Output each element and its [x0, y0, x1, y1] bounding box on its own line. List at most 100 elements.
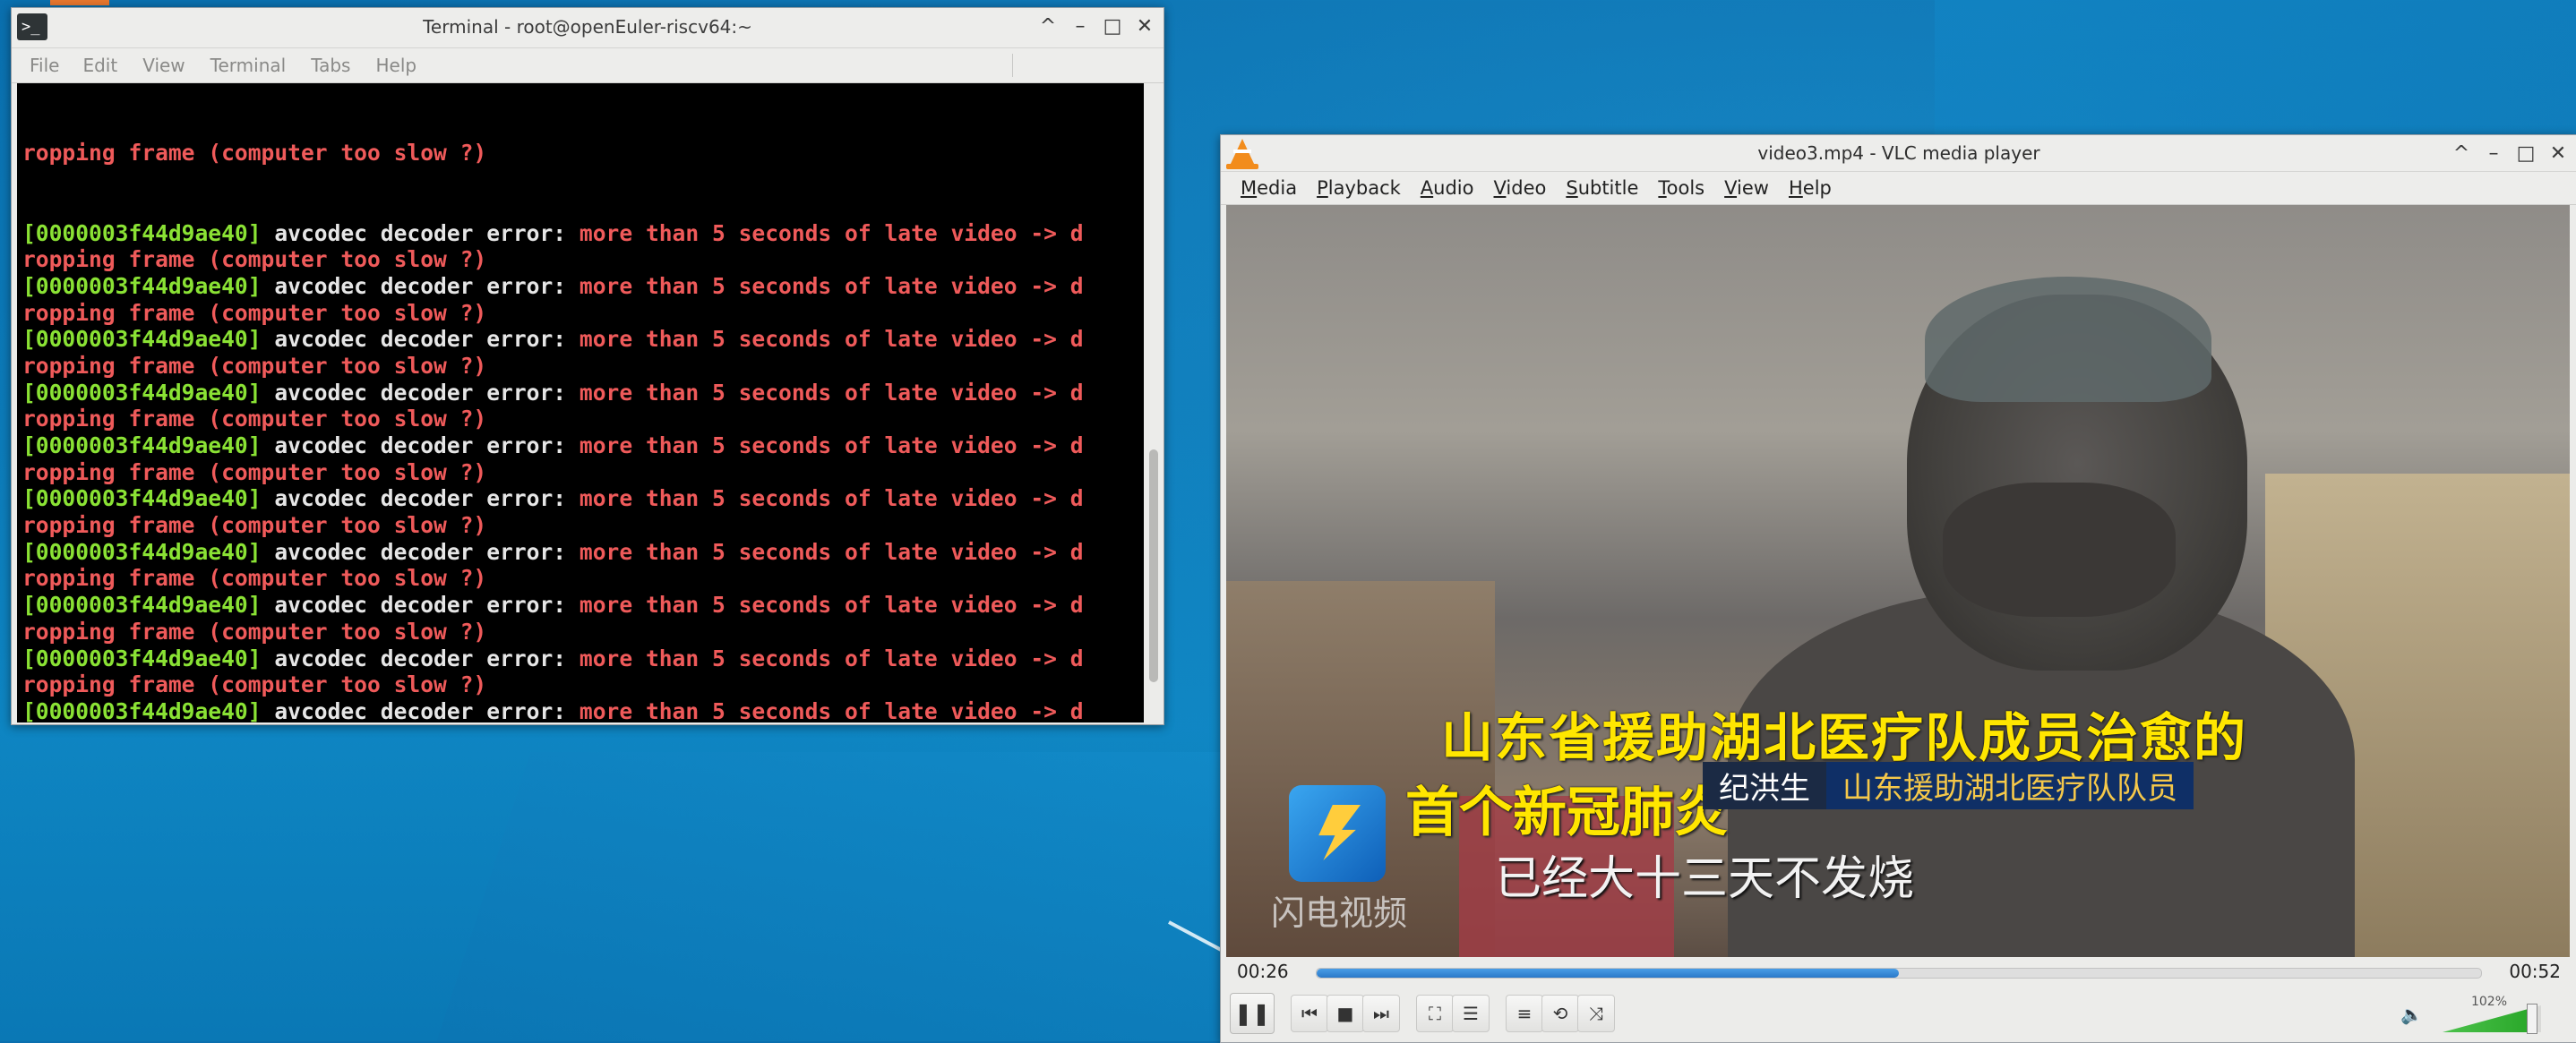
menu-edit[interactable]: Edit	[82, 55, 117, 76]
stop-button[interactable]: ■	[1327, 995, 1364, 1032]
vlc-titlebar[interactable]: video3.mp4 - VLC media player ^ – □ ✕	[1221, 135, 2576, 172]
video-name-banner: 纪洪生 山东援助湖北医疗队队员	[1703, 761, 2194, 809]
shuffle-icon: ⤨	[1589, 1003, 1603, 1024]
terminal-scrollbar[interactable]	[1146, 83, 1162, 722]
desktop-wallpaper-shape	[436, 752, 1337, 1041]
speaker-icon[interactable]: 🔈	[2400, 1004, 2423, 1025]
menu-video[interactable]: Video	[1494, 177, 1547, 199]
video-person-cap	[1925, 277, 2211, 402]
minimize-button[interactable]: –	[2480, 141, 2507, 167]
window-title: video3.mp4 - VLC media player	[1757, 142, 2040, 164]
total-time[interactable]: 00:52	[2509, 961, 2561, 982]
terminal-line: ropping frame (computer too slow ?)	[22, 458, 487, 485]
log-source: avcodec decoder error:	[261, 485, 580, 512]
log-error-message: more than 5 seconds of late video -> d	[579, 485, 1084, 512]
log-address: [0000003f44d9ae40]	[22, 592, 262, 619]
log-source: avcodec decoder error:	[261, 219, 580, 246]
next-icon: ⏭	[1373, 1003, 1389, 1024]
terminal-line: [0000003f44d9ae40] avcodec decoder error…	[22, 220, 1144, 247]
seek-progress	[1317, 969, 1899, 978]
video-name-role: 山东援助湖北医疗队队员	[1826, 761, 2194, 809]
terminal-window: >_ Terminal - root@openEuler-riscv64:~ ^…	[11, 7, 1164, 725]
terminal-line: [0000003f44d9ae40] avcodec decoder error…	[22, 539, 1144, 566]
log-error-message: more than 5 seconds of late video -> d	[579, 645, 1084, 671]
terminal-line: [0000003f44d9ae40] avcodec decoder error…	[22, 485, 1144, 512]
log-error-message: more than 5 seconds of late video -> d	[579, 219, 1084, 246]
pause-button[interactable]: ❚❚	[1230, 993, 1275, 1034]
terminal-line: [0000003f44d9ae40] avcodec decoder error…	[22, 698, 1144, 722]
log-error-message: more than 5 seconds of late video -> d	[579, 326, 1084, 353]
log-address: [0000003f44d9ae40]	[22, 697, 262, 722]
log-source: avcodec decoder error:	[261, 272, 580, 299]
log-source: avcodec decoder error:	[261, 645, 580, 671]
seek-slider[interactable]	[1316, 968, 2482, 979]
menu-view[interactable]: View	[1724, 177, 1769, 199]
terminal-line: [0000003f44d9ae40] avcodec decoder error…	[22, 273, 1144, 300]
terminal-line: [0000003f44d9ae40] avcodec decoder error…	[22, 326, 1144, 353]
terminal-line: [0000003f44d9ae40] avcodec decoder error…	[22, 645, 1144, 672]
close-button[interactable]: ✕	[1131, 13, 1158, 40]
video-caption-line3: 已经大十三天不发烧	[1495, 852, 1915, 906]
video-person-mask	[1943, 483, 2176, 617]
terminal-line: ropping frame (computer too slow ?)	[22, 406, 487, 432]
volume-level	[2443, 1008, 2529, 1032]
playlist-icon: ≡	[1516, 1003, 1533, 1024]
video-name-tag: 纪洪生	[1703, 761, 1826, 809]
maximize-button[interactable]: □	[1099, 13, 1126, 40]
terminal-line: ropping frame (computer too slow ?)	[22, 671, 487, 698]
log-source: avcodec decoder error:	[261, 538, 580, 565]
terminal-line: ropping frame (computer too slow ?)	[22, 565, 487, 592]
menu-help[interactable]: Help	[1789, 177, 1832, 199]
menu-tabs[interactable]: Tabs	[311, 55, 350, 76]
menu-media[interactable]: Media	[1241, 177, 1297, 199]
playback-controls: ❚❚ ⏮ ■ ⏭ ⛶ ☰ ≡ ⟲ ⤨ 🔈 102%	[1221, 989, 2576, 1038]
log-address: [0000003f44d9ae40]	[22, 272, 262, 299]
scrollbar-thumb[interactable]	[1149, 449, 1158, 682]
log-source: avcodec decoder error:	[261, 379, 580, 406]
volume-percent: 102%	[2470, 995, 2507, 1009]
terminal-line: ropping frame (computer too slow ?)	[22, 299, 487, 326]
menu-help[interactable]: Help	[375, 55, 416, 76]
log-error-message: more than 5 seconds of late video -> d	[579, 592, 1084, 619]
window-title: Terminal - root@openEuler-riscv64:~	[423, 16, 752, 38]
vlc-window: video3.mp4 - VLC media player ^ – □ ✕ Me…	[1220, 134, 2576, 1043]
window-shade-button[interactable]: ^	[1035, 13, 1061, 40]
maximize-button[interactable]: □	[2512, 141, 2539, 167]
menu-view[interactable]: View	[142, 55, 185, 76]
log-source: avcodec decoder error:	[261, 326, 580, 353]
log-address: [0000003f44d9ae40]	[22, 538, 262, 565]
log-address: [0000003f44d9ae40]	[22, 645, 262, 671]
menu-tools[interactable]: Tools	[1658, 177, 1704, 199]
menu-file[interactable]: File	[30, 55, 59, 76]
menu-audio[interactable]: Audio	[1421, 177, 1474, 199]
log-source: avcodec decoder error:	[261, 697, 580, 722]
volume-handle[interactable]	[2527, 1004, 2537, 1034]
window-shade-button[interactable]: ^	[2448, 141, 2475, 167]
equalizer-icon: ☰	[1463, 1003, 1479, 1024]
menu-terminal[interactable]: Terminal	[210, 55, 287, 76]
fullscreen-button[interactable]: ⛶	[1416, 995, 1454, 1032]
log-error-message: more than 5 seconds of late video -> d	[579, 272, 1084, 299]
menu-playback[interactable]: Playback	[1317, 177, 1401, 199]
log-error-message: more than 5 seconds of late video -> d	[579, 432, 1084, 458]
previous-button[interactable]: ⏮	[1291, 995, 1328, 1032]
playlist-button[interactable]: ≡	[1506, 995, 1543, 1032]
elapsed-time: 00:26	[1237, 961, 1289, 982]
shuffle-button[interactable]: ⤨	[1577, 995, 1615, 1032]
stop-icon: ■	[1336, 1003, 1354, 1024]
extended-settings-button[interactable]: ☰	[1452, 995, 1490, 1032]
video-area[interactable]: 山东省援助湖北医疗队成员治愈的 首个新冠肺炎 纪洪生 山东援助湖北医疗队队员 已…	[1226, 205, 2570, 957]
minimize-button[interactable]: –	[1067, 13, 1094, 40]
vlc-menubar: Media Playback Audio Video Subtitle Tool…	[1221, 172, 2576, 205]
terminal-line: [0000003f44d9ae40] avcodec decoder error…	[22, 592, 1144, 619]
next-button[interactable]: ⏭	[1362, 995, 1400, 1032]
loop-icon: ⟲	[1552, 1003, 1568, 1024]
log-error-message: more than 5 seconds of late video -> d	[579, 697, 1084, 722]
log-source: avcodec decoder error:	[261, 592, 580, 619]
menu-subtitle[interactable]: Subtitle	[1566, 177, 1638, 199]
terminal-output[interactable]: ropping frame (computer too slow ?) [000…	[17, 83, 1144, 722]
close-button[interactable]: ✕	[2545, 141, 2572, 167]
terminal-titlebar[interactable]: >_ Terminal - root@openEuler-riscv64:~ ^…	[12, 8, 1163, 48]
loop-button[interactable]: ⟲	[1541, 995, 1579, 1032]
fullscreen-icon: ⛶	[1429, 1003, 1441, 1024]
